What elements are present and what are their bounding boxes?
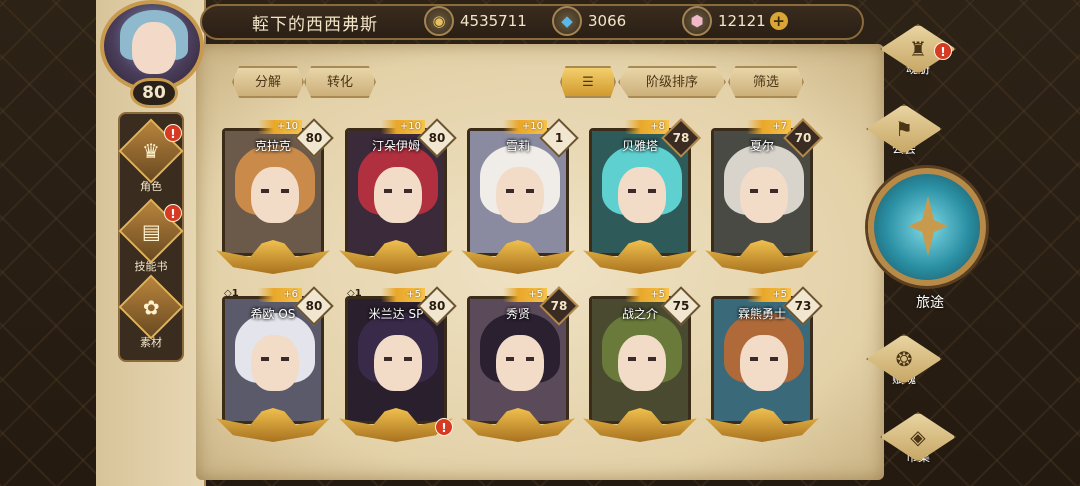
portrait-eyes xyxy=(261,357,289,361)
player-name: 䡖下的西西弗斯 xyxy=(252,15,378,35)
alert-badge: ! xyxy=(435,418,453,436)
hero-level: 80 xyxy=(305,131,323,145)
nav-skill-book[interactable]: ▤ 技能书 ! xyxy=(118,198,184,274)
nav-guild[interactable]: ⚑ 公会 xyxy=(856,104,952,157)
hero-level: 80 xyxy=(305,299,323,313)
hero-card[interactable]: 夏尔 +7 70 xyxy=(705,118,823,278)
hero-card[interactable]: 贝雅塔 +8 78 xyxy=(583,118,701,278)
hero-level: 70 xyxy=(794,131,812,145)
portrait-face xyxy=(251,335,299,391)
gold-resource: ◉ 4535711 xyxy=(424,6,527,36)
alert-badge: ! xyxy=(934,42,952,60)
materials-icon: ✿ xyxy=(118,274,184,340)
hero-level: 78 xyxy=(550,299,568,313)
portrait-eyes xyxy=(628,357,656,361)
crystal-value: 3066 xyxy=(588,12,627,30)
journey-button[interactable] xyxy=(868,168,986,286)
portrait-face xyxy=(496,335,544,391)
enhance-bonus: +10 xyxy=(258,120,302,134)
hero-card[interactable]: 秀贤 +5 78 xyxy=(461,286,579,446)
sort-toggle-button[interactable]: ☰ xyxy=(560,66,616,98)
duplicate-count: ◇1 xyxy=(224,288,239,299)
alert-badge: ! xyxy=(164,204,182,222)
enhance-bonus: +5 xyxy=(503,288,547,302)
enhance-bonus: +5 xyxy=(747,288,791,302)
portrait-face xyxy=(496,167,544,223)
blue-crystal-icon: ◆ xyxy=(552,6,582,36)
enhance-bonus: +10 xyxy=(381,120,425,134)
gem-value: 12121 xyxy=(718,12,766,30)
gold-value: 4535711 xyxy=(460,12,527,30)
nav-soul-infuse[interactable]: ❂ 赋魂 xyxy=(856,334,952,387)
gem-resource: ⬢ 12121 + xyxy=(682,6,788,36)
enhance-bonus: +5 xyxy=(625,288,669,302)
portrait-face xyxy=(740,167,788,223)
hero-card[interactable]: 希欧 OS +6 ◇1 80 xyxy=(216,286,334,446)
compass-icon xyxy=(908,196,948,256)
portrait-eyes xyxy=(506,357,534,361)
player-level-badge: 80 xyxy=(130,78,178,108)
crystal-resource: ◆ 3066 xyxy=(552,6,626,36)
add-gem-button[interactable]: + xyxy=(769,12,788,30)
enhance-bonus: +5 xyxy=(381,288,425,302)
nav-materials[interactable]: ✿ 素材 xyxy=(118,274,184,350)
gold-coin-icon: ◉ xyxy=(424,6,454,36)
avatar-face xyxy=(132,22,176,74)
hero-level: 1 xyxy=(554,131,564,145)
portrait-face xyxy=(374,167,422,223)
alert-badge: ! xyxy=(164,124,182,142)
enhance-bonus: +7 xyxy=(747,120,791,134)
portrait-eyes xyxy=(750,189,778,193)
sort-icon: ☰ xyxy=(582,75,594,90)
hero-card[interactable]: 霖熊勇士 +5 73 xyxy=(705,286,823,446)
enhance-bonus: +10 xyxy=(503,120,547,134)
portrait-face xyxy=(374,335,422,391)
hero-card[interactable]: 汀朵伊姆 +10 80 xyxy=(339,118,457,278)
hero-level: 73 xyxy=(794,299,812,313)
hero-level: 80 xyxy=(428,131,446,145)
decompose-button[interactable]: 分解 xyxy=(232,66,304,98)
nav-character[interactable]: ♛ 角色 ! xyxy=(118,118,184,194)
hero-level: 75 xyxy=(672,299,690,313)
nav-market[interactable]: ◈ 市集 xyxy=(870,412,966,465)
duplicate-count: ◇1 xyxy=(347,288,362,299)
sort-rank-button[interactable]: 阶级排序 xyxy=(618,66,726,98)
portrait-face xyxy=(618,335,666,391)
nav-soul-book[interactable]: ♜ 魂册 ! xyxy=(870,24,966,77)
pink-gem-icon: ⬢ xyxy=(682,6,712,36)
portrait-face xyxy=(740,335,788,391)
convert-button[interactable]: 转化 xyxy=(304,66,376,98)
portrait-eyes xyxy=(384,357,412,361)
journey-label: 旅途 xyxy=(916,295,944,311)
portrait-eyes xyxy=(506,189,534,193)
hero-level: 78 xyxy=(672,131,690,145)
hero-card[interactable]: 米兰达 SP +5 ◇1 80! xyxy=(339,286,457,446)
hero-card[interactable]: 雪莉 +10 1 xyxy=(461,118,579,278)
enhance-bonus: +8 xyxy=(625,120,669,134)
portrait-face xyxy=(618,167,666,223)
portrait-eyes xyxy=(750,357,778,361)
hero-level: 80 xyxy=(428,299,446,313)
hero-card[interactable]: 战之介 +5 75 xyxy=(583,286,701,446)
portrait-face xyxy=(251,167,299,223)
filter-button[interactable]: 筛选 xyxy=(728,66,804,98)
portrait-eyes xyxy=(384,189,412,193)
enhance-bonus: +6 xyxy=(258,288,302,302)
portrait-eyes xyxy=(261,189,289,193)
hero-card[interactable]: 克拉克 +10 80 xyxy=(216,118,334,278)
portrait-eyes xyxy=(628,189,656,193)
